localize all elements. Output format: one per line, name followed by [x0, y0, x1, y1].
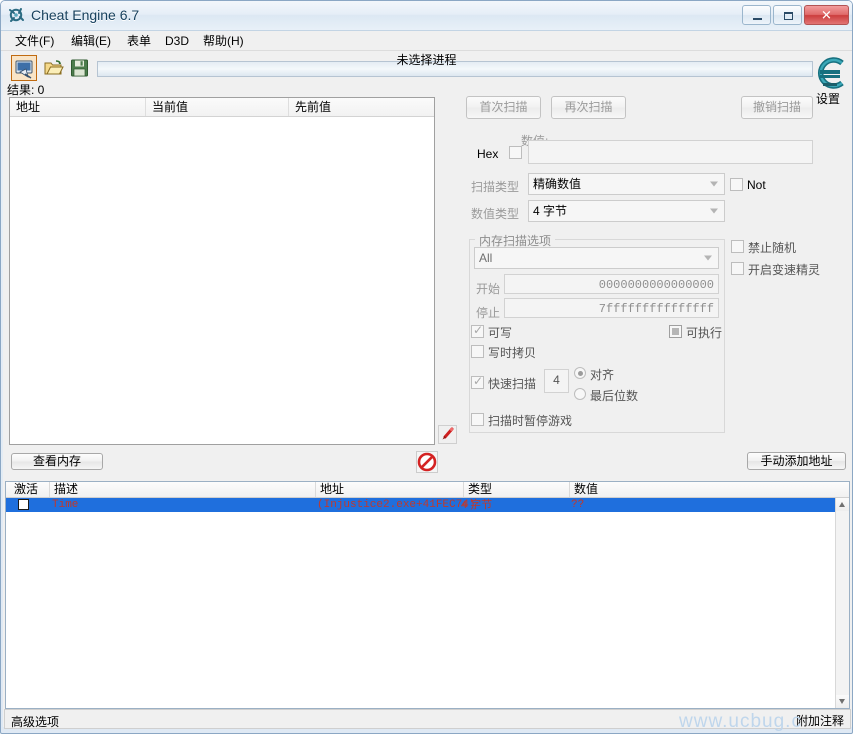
found-address-list[interactable]: 地址 当前值 先前值 [9, 97, 435, 445]
value-type-select[interactable]: 4 字节 [528, 200, 725, 222]
ce-logo-icon [817, 57, 844, 89]
advanced-options-button[interactable]: 高级选项 [11, 713, 59, 730]
not-checkbox[interactable] [730, 178, 743, 191]
cheat-col-description[interactable]: 描述 [50, 482, 316, 497]
scan-type-label: 扫描类型 [471, 180, 520, 194]
found-col-current[interactable]: 当前值 [146, 98, 289, 116]
fast-scan-checkbox[interactable] [471, 374, 484, 389]
scroll-down-button[interactable] [836, 695, 849, 708]
last-digits-label: 最后位数 [590, 389, 639, 403]
red-arrow-icon [442, 427, 454, 440]
menu-edit[interactable]: 编辑(E) [65, 33, 117, 49]
cheat-col-value[interactable]: 数值 [570, 482, 837, 497]
row-active-checkbox[interactable] [18, 499, 29, 510]
no-entry-icon [416, 451, 438, 473]
scan-type-value: 精确数值 [533, 177, 582, 191]
value-type-label: 数值类型 [471, 207, 520, 221]
first-scan-button[interactable]: 首次扫描 [466, 96, 541, 119]
menu-d3d[interactable]: D3D [159, 33, 195, 49]
process-status-label: 未选择进程 [396, 53, 457, 67]
menu-bar: 文件(F) 编辑(E) 表单 D3D 帮助(H) [1, 31, 852, 51]
stop-scan-icon-button[interactable] [416, 451, 438, 473]
cheat-engine-logo[interactable] [811, 53, 851, 93]
stop-address-input[interactable]: 7fffffffffffffff [504, 298, 719, 318]
fast-scan-label: 快速扫描 [488, 377, 537, 391]
hex-label: Hex [477, 147, 499, 161]
start-address-label: 开始 [476, 282, 501, 296]
last-digits-radio[interactable] [574, 388, 586, 400]
next-scan-button[interactable]: 再次扫描 [551, 96, 626, 119]
writable-checkbox[interactable] [471, 323, 484, 338]
cheat-engine-window: Cheat Engine 6.7 ✕ 文件(F) 编辑(E) 表单 D3D 帮助… [0, 0, 853, 734]
chevron-down-icon [710, 208, 718, 214]
pause-game-checkbox[interactable] [471, 413, 484, 426]
start-address-input[interactable]: 0000000000000000 [504, 274, 719, 294]
title-bar: Cheat Engine 6.7 ✕ [1, 1, 852, 31]
found-col-previous[interactable]: 先前值 [289, 98, 434, 116]
scan-type-select[interactable]: 精确数值 [528, 173, 725, 195]
menu-file[interactable]: 文件(F) [9, 33, 60, 49]
row-type: 4 字节 [461, 499, 493, 511]
results-count-label: 结果: 0 [7, 83, 45, 97]
chevron-down-icon [839, 699, 845, 704]
found-list-body[interactable] [10, 117, 434, 444]
alignment-label: 对齐 [590, 368, 615, 382]
cheat-engine-icon [8, 7, 26, 25]
cheat-table[interactable]: 激活 描述 地址 类型 数值 Time (Injustice2.exe+41FE… [5, 481, 850, 709]
fast-scan-alignment-input[interactable]: 4 [544, 369, 569, 393]
minimize-icon [753, 18, 762, 20]
row-value: ?? [571, 499, 585, 511]
row-address: (Injustice2.exe+41FEC74) [317, 499, 476, 511]
hex-checkbox[interactable] [509, 146, 522, 159]
executable-label: 可执行 [686, 326, 723, 340]
not-label: Not [747, 178, 766, 192]
menu-table[interactable]: 表单 [121, 33, 157, 49]
executable-checkbox[interactable] [669, 325, 682, 338]
settings-label[interactable]: 设置 [816, 90, 840, 107]
alignment-radio[interactable] [574, 367, 586, 379]
table-row[interactable]: Time (Injustice2.exe+41FEC74) 4 字节 ?? [6, 498, 835, 512]
status-bar: 高级选项 附加注释 [4, 709, 851, 729]
cheat-table-header: 激活 描述 地址 类型 数值 [6, 482, 849, 498]
scan-value-input[interactable] [528, 140, 813, 164]
chevron-up-icon [839, 502, 845, 507]
found-list-header: 地址 当前值 先前值 [10, 98, 434, 117]
pointer-scan-icon-button[interactable] [438, 425, 457, 444]
chevron-down-icon [704, 255, 712, 261]
memory-region-select[interactable]: All [474, 247, 719, 269]
maximize-icon [784, 12, 793, 20]
found-col-address[interactable]: 地址 [10, 98, 146, 116]
manual-add-address-button[interactable]: 手动添加地址 [747, 452, 846, 470]
stop-address-label: 停止 [476, 306, 501, 320]
writable-label: 可写 [488, 326, 513, 340]
view-memory-button[interactable]: 查看内存 [11, 453, 103, 470]
chevron-down-icon [710, 181, 718, 187]
minimize-button[interactable] [742, 5, 771, 25]
cheat-col-address[interactable]: 地址 [316, 482, 464, 497]
undo-scan-button[interactable]: 撤销扫描 [741, 96, 813, 119]
scroll-up-button[interactable] [836, 498, 849, 511]
close-icon: ✕ [821, 7, 832, 23]
cheat-col-active[interactable]: 激活 [10, 482, 50, 497]
memory-region-value: All [479, 251, 493, 265]
cheat-col-type[interactable]: 类型 [464, 482, 570, 497]
pause-game-label: 扫描时暂停游戏 [488, 414, 573, 428]
add-note-button[interactable]: 附加注释 [796, 712, 844, 729]
row-description: Time [52, 499, 79, 511]
copy-on-write-label: 写时拷贝 [488, 346, 537, 360]
close-button[interactable]: ✕ [804, 5, 849, 25]
no-random-checkbox[interactable] [731, 240, 744, 253]
cheat-table-scrollbar[interactable] [835, 498, 849, 708]
value-type-value: 4 字节 [533, 204, 568, 218]
menu-help[interactable]: 帮助(H) [197, 33, 250, 49]
copy-on-write-checkbox[interactable] [471, 345, 484, 358]
window-controls: ✕ [742, 5, 849, 25]
speedhack-checkbox[interactable] [731, 262, 744, 275]
window-title: Cheat Engine 6.7 [31, 7, 140, 23]
no-random-label: 禁止随机 [748, 241, 797, 255]
maximize-button[interactable] [773, 5, 802, 25]
speedhack-label: 开启变速精灵 [748, 263, 821, 277]
